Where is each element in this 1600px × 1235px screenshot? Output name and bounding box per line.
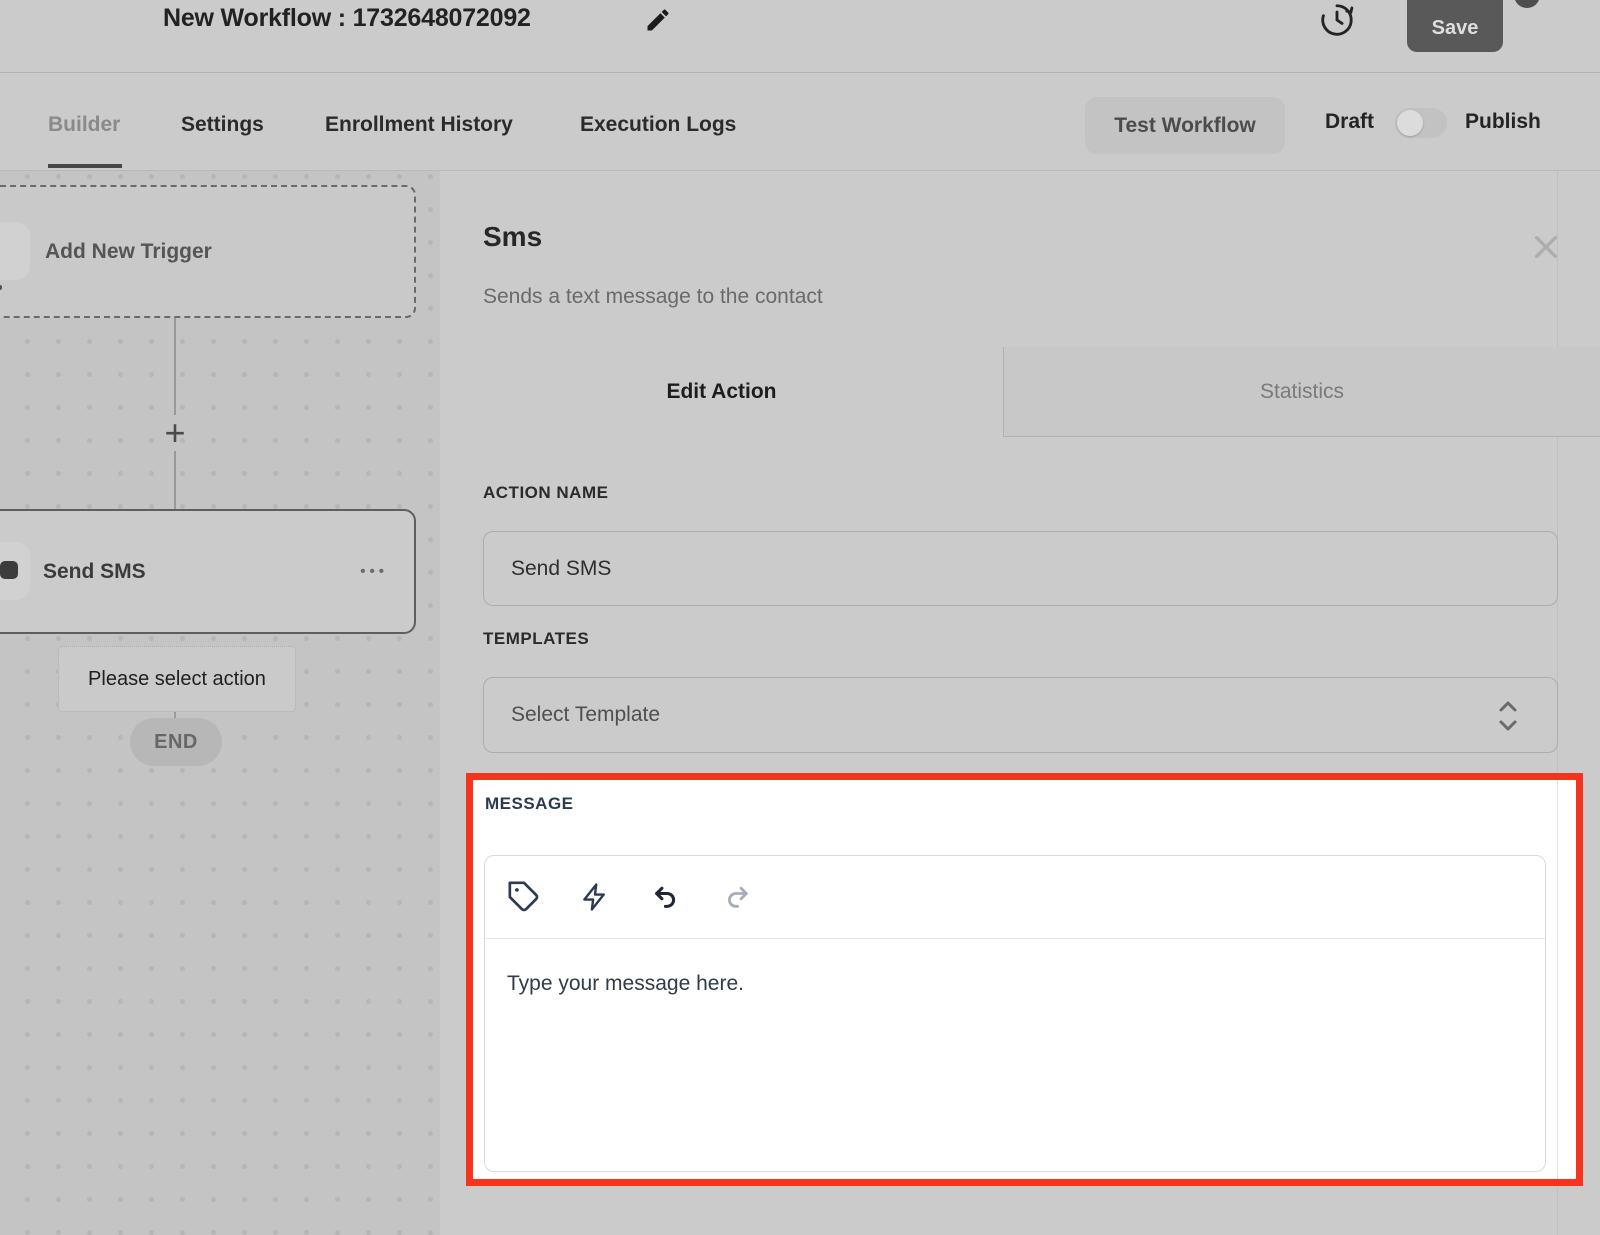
add-new-trigger-node[interactable]: Add New Trigger [0, 185, 416, 318]
tab-execution-logs[interactable]: Execution Logs [580, 113, 736, 137]
connector-line [174, 318, 176, 415]
save-button[interactable]: Save [1407, 0, 1503, 52]
message-placeholder[interactable]: Type your message here. [507, 972, 744, 996]
chevron-up-down-icon [1493, 696, 1523, 736]
close-icon[interactable] [1530, 231, 1562, 263]
message-label: MESSAGE [485, 794, 574, 814]
send-sms-node[interactable]: Send SMS ••• [0, 509, 416, 634]
redo-icon[interactable] [720, 880, 754, 914]
header-divider [0, 72, 1600, 73]
panel-right-gutter [1557, 780, 1558, 1179]
message-section-highlight: MESSAGE [466, 773, 1583, 1186]
publish-label: Publish [1465, 110, 1541, 134]
panel-tabs: Edit Action Statistics [440, 347, 1600, 437]
action-name-input[interactable] [483, 531, 1558, 606]
sms-node-icon [0, 561, 18, 579]
undo-icon[interactable] [649, 880, 683, 914]
sms-node-menu-ellipsis[interactable]: ••• [360, 511, 388, 632]
message-editor-toolbar [485, 856, 1545, 939]
tab-builder[interactable]: Builder [48, 113, 120, 137]
version-history-icon[interactable] [1318, 1, 1356, 39]
active-tab-underline [48, 164, 122, 168]
template-select-value: Select Template [511, 703, 660, 727]
tag-icon[interactable] [507, 880, 541, 914]
templates-label: TEMPLATES [483, 629, 589, 649]
add-step-plus-button[interactable]: + [157, 414, 193, 452]
panel-title: Sms [483, 221, 542, 253]
action-name-label: ACTION NAME [483, 483, 608, 503]
tab-edit-action[interactable]: Edit Action [440, 347, 1003, 437]
page-title: New Workflow : 1732648072092 [163, 4, 531, 33]
tab-settings[interactable]: Settings [181, 113, 264, 137]
end-node: END [130, 718, 222, 766]
template-select[interactable]: Select Template [483, 677, 1558, 753]
connector-line [174, 451, 176, 509]
panel-subtitle: Sends a text message to the contact [483, 285, 823, 309]
trigger-label: Add New Trigger [45, 187, 212, 316]
trigger-icon [0, 285, 2, 290]
tab-statistics[interactable]: Statistics [1003, 347, 1600, 437]
toggle-knob [1397, 110, 1423, 136]
save-badge [1514, 0, 1540, 8]
sms-node-label: Send SMS [43, 511, 146, 632]
tab-enrollment-history[interactable]: Enrollment History [325, 113, 513, 137]
edit-title-pencil-icon[interactable] [644, 6, 672, 34]
workflow-canvas[interactable]: Add New Trigger + Send SMS ••• Please se… [0, 171, 440, 1235]
custom-values-lightning-icon[interactable] [578, 880, 612, 914]
test-workflow-button[interactable]: Test Workflow [1085, 97, 1285, 154]
workflow-builder-app: New Workflow : 1732648072092 Save Builde… [0, 0, 1600, 1235]
publish-toggle[interactable] [1395, 108, 1447, 138]
message-editor[interactable]: Type your message here. [484, 855, 1546, 1172]
draft-label: Draft [1325, 110, 1374, 134]
please-select-action-hint: Please select action [58, 646, 296, 712]
trigger-icon-plate [0, 222, 30, 280]
